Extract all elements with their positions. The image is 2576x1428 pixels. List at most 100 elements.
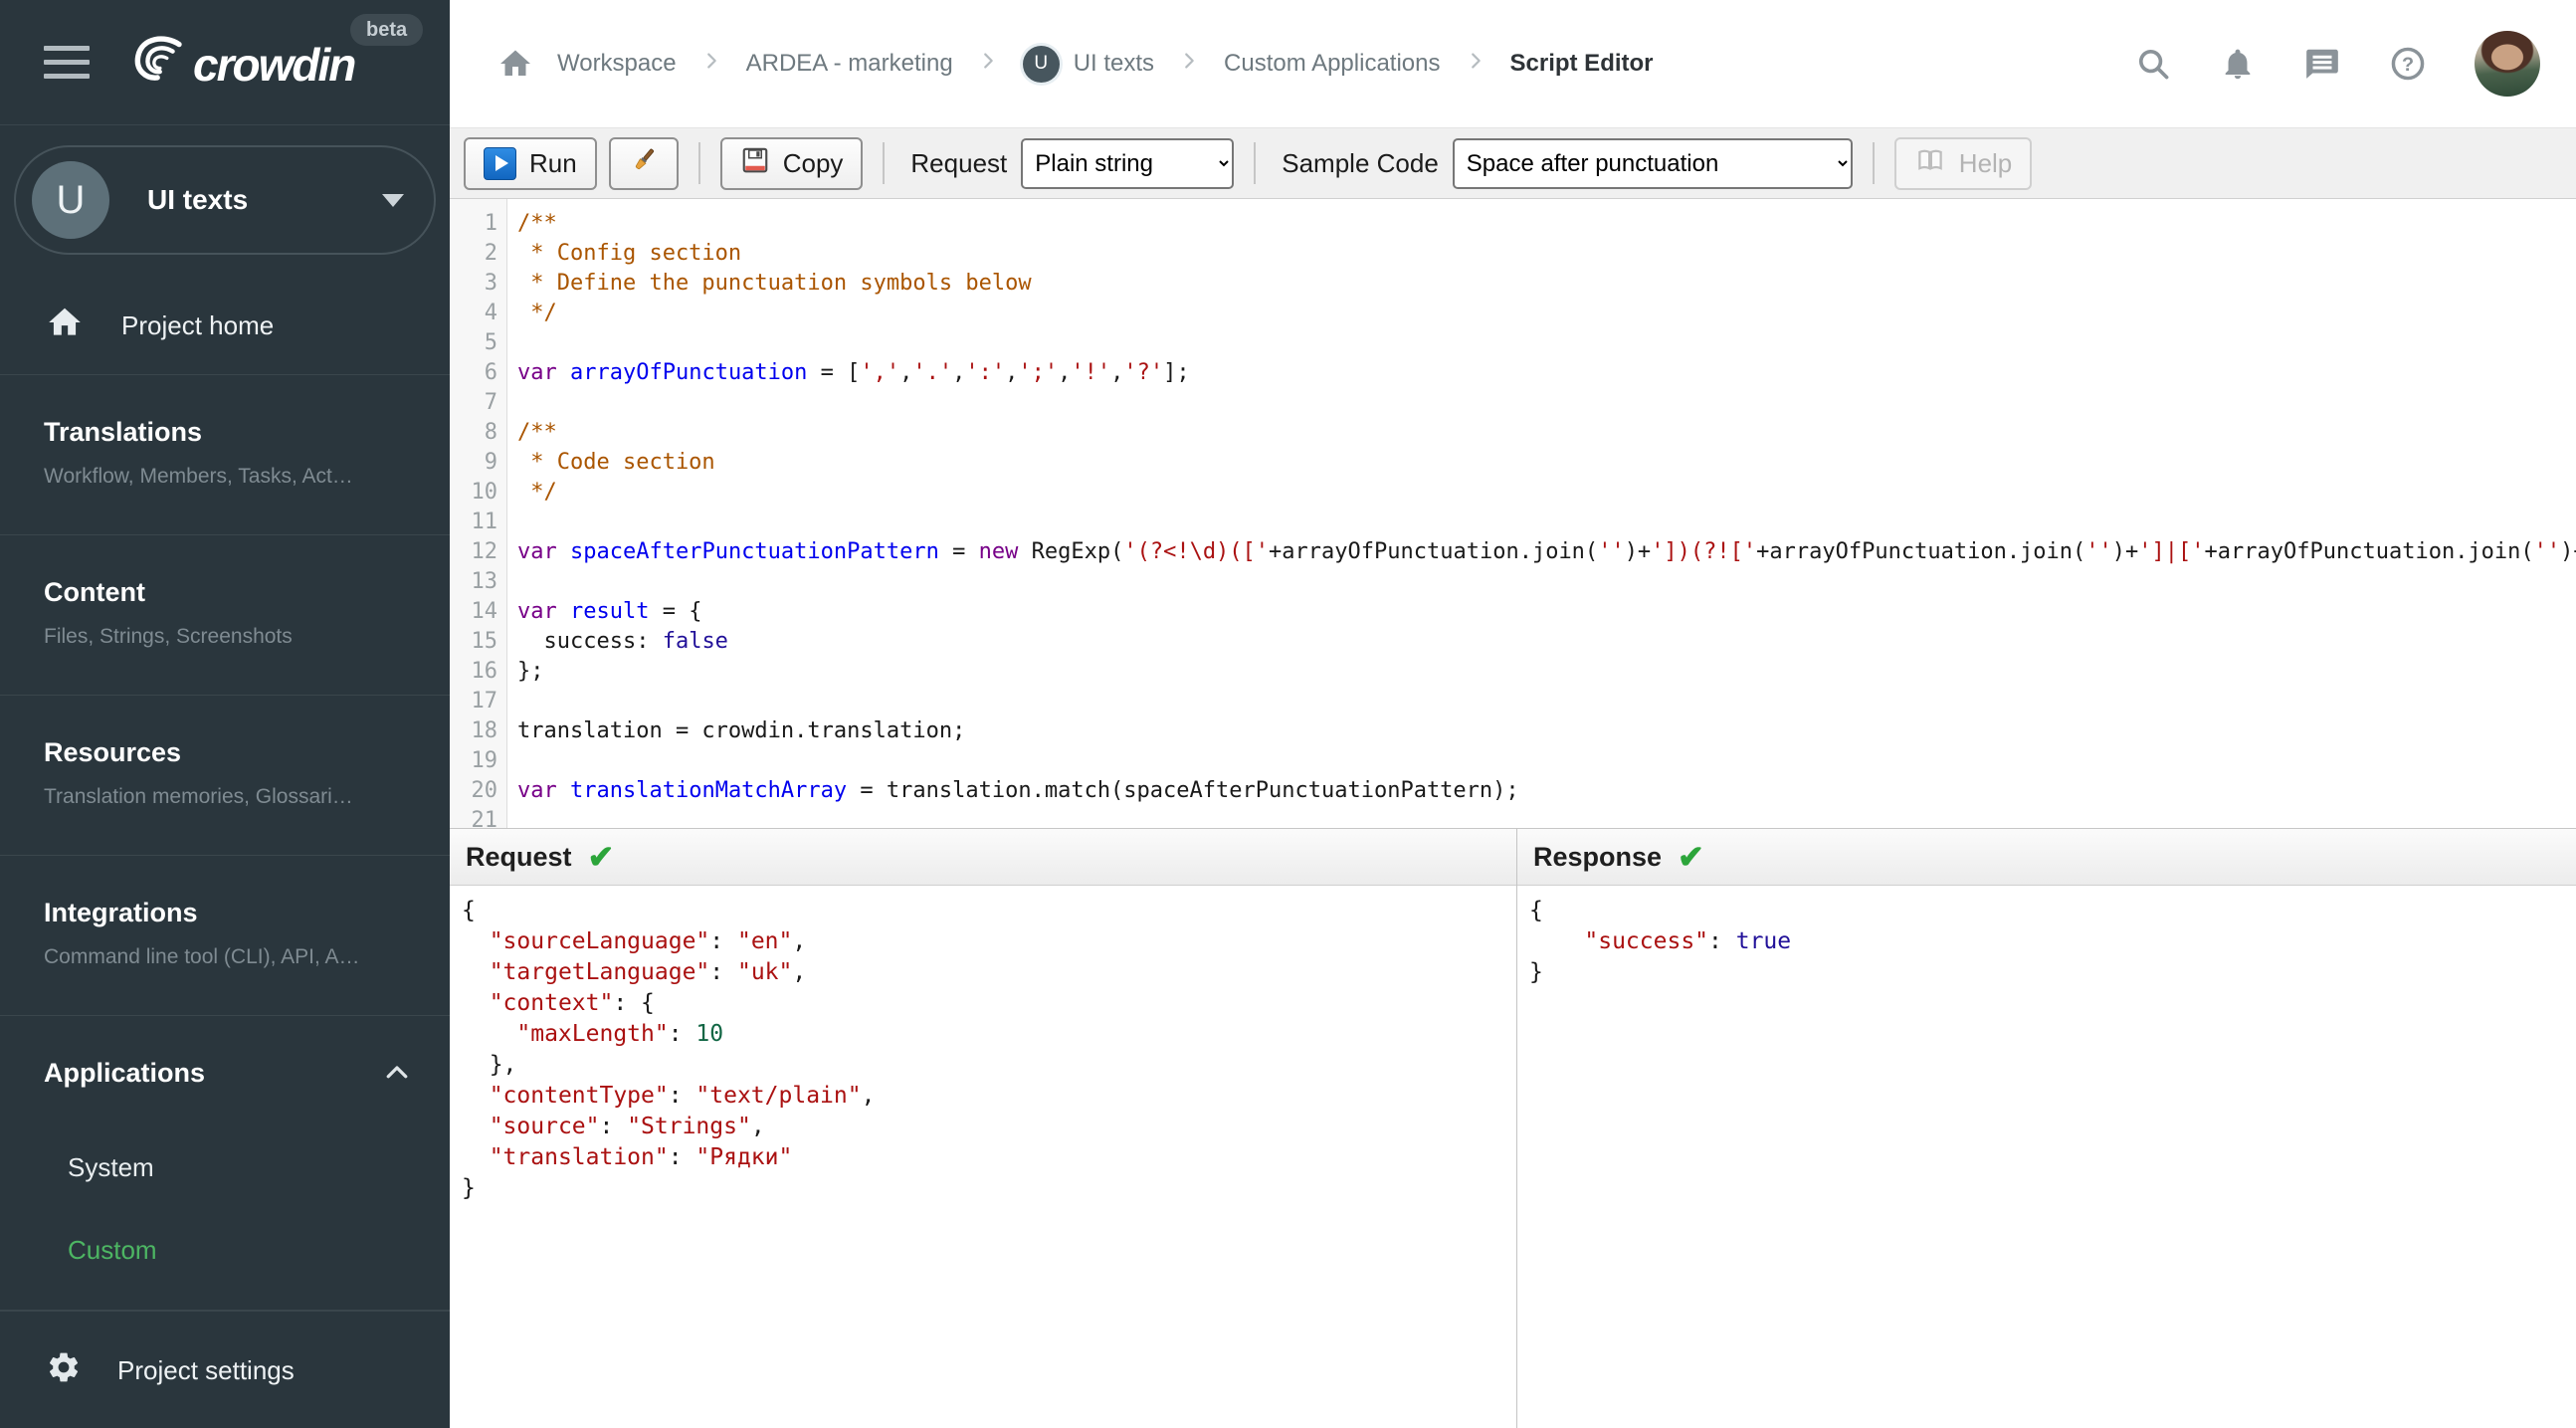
sidebar-item-translations[interactable]: Translations Workflow, Members, Tasks, A… <box>0 375 450 535</box>
line-number: 21 <box>471 808 498 828</box>
project-avatar: U <box>32 161 109 239</box>
breadcrumb: Workspace ARDEA - marketing U UI texts C… <box>497 45 2134 83</box>
section-title: Translations <box>44 417 203 447</box>
breadcrumb-chevron-icon <box>977 50 999 79</box>
crowdin-logo[interactable]: crowdin <box>121 33 356 92</box>
project-avatar: U <box>1022 45 1060 83</box>
sidebar-item-integrations[interactable]: Integrations Command line tool (CLI), AP… <box>0 856 450 1016</box>
messages-chat-icon[interactable] <box>2303 45 2341 83</box>
response-json-line: "success": true <box>1584 928 1792 954</box>
code-line: * Config section <box>517 241 742 266</box>
save-floppy-icon <box>740 145 770 182</box>
hamburger-menu-button[interactable] <box>44 46 90 79</box>
sidebar-item-content[interactable]: Content Files, Strings, Screenshots <box>0 535 450 696</box>
request-json-line: "translation": "Рядки" <box>489 1144 793 1170</box>
response-panel-header: Response ✔ <box>1517 829 2576 886</box>
chevron-down-icon <box>382 193 404 207</box>
open-book-icon <box>1914 145 1946 182</box>
request-json-line: "sourceLanguage": "en", <box>489 928 807 954</box>
sidebar-header: crowdin beta <box>0 0 450 125</box>
line-number: 2 <box>484 241 497 266</box>
code-line: * Code section <box>517 450 715 475</box>
help-button[interactable]: Help <box>1893 136 2033 190</box>
request-json-line: "context": { <box>489 990 655 1016</box>
sidebar: crowdin beta U UI texts Project home Tra… <box>0 0 450 1428</box>
section-description: Files, Strings, Screenshots <box>44 625 293 648</box>
section-title: Resources <box>44 737 182 767</box>
line-number: 16 <box>471 659 498 684</box>
response-json-view: { "success": true} <box>1517 886 2576 1428</box>
breadcrumb-chevron-icon <box>700 50 722 79</box>
help-question-icon[interactable]: ? <box>2389 45 2427 83</box>
line-number: 20 <box>471 778 498 803</box>
sample-code-select[interactable]: Space after punctuation <box>1452 137 1853 189</box>
svg-text:?: ? <box>2402 54 2414 76</box>
line-number: 4 <box>484 301 497 325</box>
breadcrumb-project[interactable]: U UI texts <box>1022 45 1154 83</box>
sidebar-item-label: Project home <box>121 310 275 340</box>
search-icon[interactable] <box>2134 45 2172 83</box>
line-number: 17 <box>471 689 498 714</box>
code-line: var result = { <box>517 599 702 624</box>
sidebar-item-applications[interactable]: Applications System Custom <box>0 1016 450 1311</box>
user-avatar[interactable] <box>2475 31 2540 97</box>
response-json-line: { <box>1529 898 1543 923</box>
code-line: success: false <box>517 629 728 654</box>
code-line: * Define the punctuation symbols below <box>517 271 1032 296</box>
toolbar-separator <box>883 142 886 184</box>
section-title: Integrations <box>44 898 198 927</box>
breadcrumb-custom-applications[interactable]: Custom Applications <box>1224 50 1440 78</box>
request-json-line: }, <box>462 1052 517 1078</box>
project-selector[interactable]: U UI texts <box>14 145 436 255</box>
breadcrumb-project-label[interactable]: UI texts <box>1074 50 1154 78</box>
beta-badge: beta <box>350 14 424 46</box>
top-bar-actions: ? <box>2134 31 2540 97</box>
request-json-line: "contentType": "text/plain", <box>489 1083 876 1109</box>
code-editor-textarea[interactable]: /** * Config section * Define the punctu… <box>507 199 2576 828</box>
notifications-bell-icon[interactable] <box>2220 45 2256 83</box>
project-name: UI texts <box>147 184 249 215</box>
line-number-gutter: 1 2 3 4 5 6 7 8 9 10 11 12 13 14 15 16 17 18 19 20 21 <box>450 199 507 828</box>
breadcrumb-chevron-icon <box>1465 50 1486 79</box>
line-number: 7 <box>484 390 497 415</box>
code-line: */ <box>517 301 557 325</box>
breadcrumb-workspace[interactable]: Workspace <box>557 50 677 78</box>
sidebar-nav: Project home Translations Workflow, Memb… <box>0 279 450 1428</box>
app-root: crowdin beta U UI texts Project home Tra… <box>0 0 2576 1428</box>
copy-button[interactable]: Copy <box>719 136 864 190</box>
sidebar-item-project-settings[interactable]: Project settings <box>0 1311 450 1428</box>
run-play-icon <box>484 146 516 180</box>
code-line: /** <box>517 211 557 236</box>
line-number: 10 <box>471 480 498 505</box>
gear-icon <box>46 1349 82 1392</box>
code-editor: 1 2 3 4 5 6 7 8 9 10 11 12 13 14 15 16 17 18 19 20 21 /** * … <box>450 199 2576 828</box>
code-line: var translationMatchArray = translation.… <box>517 778 1519 803</box>
sidebar-item-label: Project settings <box>117 1355 295 1385</box>
toolbar-separator <box>1872 142 1875 184</box>
breadcrumb-chevron-icon <box>1178 50 1200 79</box>
top-bar: Workspace ARDEA - marketing U UI texts C… <box>450 0 2576 127</box>
request-json-editor[interactable]: { "sourceLanguage": "en", "targetLanguag… <box>450 886 1516 1428</box>
response-panel: Response ✔ { "success": true} <box>1516 829 2576 1428</box>
breadcrumb-project-group[interactable]: ARDEA - marketing <box>746 50 953 78</box>
sidebar-item-applications-system[interactable]: System <box>68 1152 410 1183</box>
run-button[interactable]: Run <box>464 136 597 190</box>
request-panel-header: Request ✔ <box>450 829 1516 886</box>
crowdin-wordmark: crowdin <box>193 39 356 91</box>
code-line: }; <box>517 659 544 684</box>
success-check-icon: ✔ <box>1678 839 1704 875</box>
format-code-button[interactable] <box>608 136 679 190</box>
line-number: 1 <box>484 211 497 236</box>
home-icon[interactable] <box>497 46 533 82</box>
sidebar-item-applications-custom[interactable]: Custom <box>68 1235 410 1266</box>
brush-icon <box>629 145 659 182</box>
sidebar-item-resources[interactable]: Resources Translation memories, Glossari… <box>0 696 450 856</box>
chevron-up-icon[interactable] <box>382 1058 412 1093</box>
sidebar-item-project-home[interactable]: Project home <box>0 279 450 375</box>
request-type-select[interactable]: Plain string <box>1021 137 1235 189</box>
